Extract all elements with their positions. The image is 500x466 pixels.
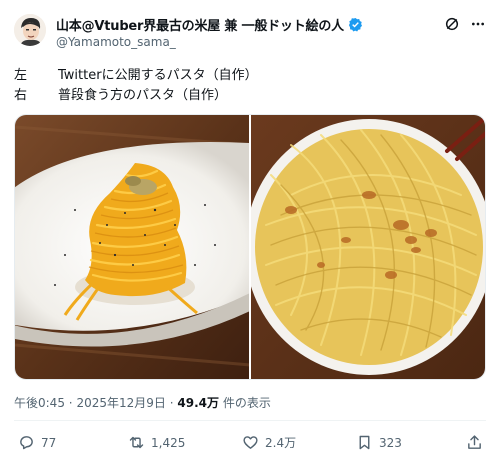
tweet-text: 左 Twitterに公開するパスタ（自作） 右 普段食う方のパスタ（自作）: [14, 66, 258, 106]
action-bar: 77 1,425 2.4万 323: [14, 434, 486, 456]
photo-left-showcase-pasta[interactable]: [15, 115, 249, 379]
share-icon: [468, 435, 481, 449]
tweet-time[interactable]: 午後0:45: [14, 396, 65, 410]
tweet-date[interactable]: 2025年12月9日: [76, 396, 165, 410]
repost-icon: [129, 436, 144, 449]
tweet-line-right: 右 普段食う方のパスタ（自作）: [14, 86, 258, 106]
reply-count: 77: [41, 435, 57, 450]
side-label: 左: [14, 68, 28, 83]
view-count: 49.4万: [177, 396, 219, 410]
bookmark-count: 323: [379, 435, 402, 450]
meta-separator: ·: [169, 396, 174, 410]
view-count-suffix: 件の表示: [222, 396, 271, 410]
avatar[interactable]: [14, 14, 46, 46]
reply-button[interactable]: 77: [18, 434, 56, 451]
tweet-header: 山本@Vtuber界最古の米屋 兼 一般ドット絵の人 @Yamamoto_sam…: [14, 12, 486, 52]
share-button[interactable]: [466, 434, 489, 451]
verified-badge-icon: [348, 17, 362, 32]
photo-right-everyday-pasta[interactable]: [251, 115, 485, 379]
divider: [14, 420, 486, 421]
line-text: Twitterに公開するパスタ（自作）: [58, 68, 258, 83]
bookmark-icon: [359, 435, 370, 450]
line-text: 普段食う方のパスタ（自作）: [58, 88, 228, 103]
media-grid: [14, 114, 486, 380]
repost-button[interactable]: 1,425: [128, 434, 185, 451]
everyday-pasta-illustration: [251, 115, 485, 379]
repost-count: 1,425: [151, 435, 186, 450]
tweet-line-left: 左 Twitterに公開するパスタ（自作）: [14, 66, 258, 86]
handle[interactable]: @Yamamoto_sama_: [56, 35, 176, 49]
grok-icon[interactable]: [444, 16, 460, 32]
showcase-pasta-illustration: [15, 115, 249, 379]
name-row: 山本@Vtuber界最古の米屋 兼 一般ドット絵の人: [56, 15, 363, 34]
bookmark-button[interactable]: 323: [356, 434, 402, 451]
like-count: 2.4万: [265, 436, 297, 450]
heart-icon: [243, 436, 258, 449]
more-options-icon[interactable]: [470, 16, 486, 32]
side-label: 右: [14, 88, 28, 103]
meta-separator: ·: [68, 396, 73, 410]
reply-icon: [20, 436, 33, 450]
like-button[interactable]: 2.4万: [242, 434, 296, 451]
avatar-illustration: [14, 14, 46, 46]
display-name[interactable]: 山本@Vtuber界最古の米屋 兼 一般ドット絵の人: [56, 15, 344, 34]
tweet-meta: 午後0:45 · 2025年12月9日 · 49.4万 件の表示: [14, 394, 271, 411]
